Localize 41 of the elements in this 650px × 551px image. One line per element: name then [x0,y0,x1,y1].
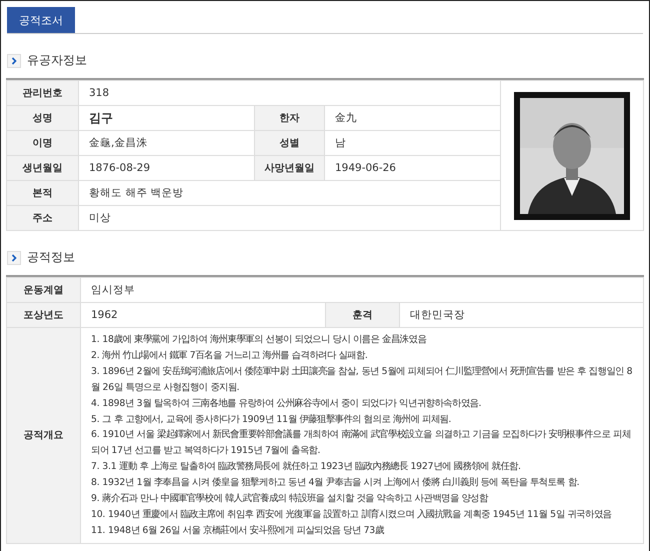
field-value: 1949-06-26 [324,156,500,180]
field-label: 성별 [254,130,324,156]
chevron-icon [7,54,21,68]
summary-item: 2. 海州 竹山場에서 鐵軍 7百名을 거느리고 海州를 습격하려다 실패함. [91,348,369,363]
tab[interactable]: 공적조서 [7,7,75,33]
field-label: 본적 [6,180,78,206]
field-value: 남 [324,130,500,156]
field-label: 성명 [6,106,78,130]
field-label: 공적개요 [6,328,80,544]
field-value: 1876-08-29 [78,156,254,180]
summary-item: 5. 그 후 고향에서, 교육에 종사하다가 1909년 11월 伊藤狙擊事件의 혐의로 海州에 피체됨. [91,412,452,427]
field-label: 포상년도 [6,302,80,328]
summary-item: 8. 1932년 1월 李奉昌을 시켜 倭皇을 狙擊케하고 동년 4월 尹奉吉을 시켜 上海에서 倭將 白川義則 등에 폭탄을 투척토록 함. [91,476,580,490]
summary-item: 3. 1896년 2월에 安岳鵄河浦旅店에서 倭陸軍中尉 土田讓亮을 참살, 동년 5월에 피체되어 仁川監理營에서 死刑宣告를 받은 후 집행일인 8월 26일 특명으로 사형집행이 중지됨. [91,364,633,395]
field-label: 훈격 [326,302,400,328]
field-value: 1962 [80,302,326,328]
field-value: 대한민국장 [400,302,644,328]
field-label: 한자 [254,106,324,130]
section-title: 유공자정보 [27,52,87,69]
field-value: 황해도 해주 백운방 [78,180,500,206]
summary-item: 9. 蔣介石과 만나 中國軍官學校에 韓人武官養成의 特設班을 설치할 것을 약속하고 사관백명을 양성함 [91,492,490,506]
field-label: 이명 [6,130,78,156]
summary-item: 1. 18歲에 東學黨에 가입하여 海州東學軍의 선봉이 되었으니 당시 이름은 金昌洙였음 [91,333,428,347]
summary-item: 11. 1948년 6월 26일 서울 京橋莊에서 安斗熙에게 피살되었음 당년 73歲 [91,524,385,538]
field-value: 金九 [324,106,500,130]
summary-item: 10. 1940년 重慶에서 臨政主席에 취임후 西安에 光復軍을 設置하고 訓育시켰으며 入國抗戰을 계획중 1945년 11월 5일 귀국하였음 [91,508,612,522]
field-value: 임시정부 [80,278,644,302]
field-label: 주소 [6,206,78,230]
summary-item: 6. 1910년 서울 梁起鐸家에서 新民會重要幹部會議를 개최하여 南滿에 武官學校設立을 의결하고 기금을 모집하다가 安明根事件으로 피체되어 17년 선고를 받고 복역하다가 1915년 7월에 출옥함. [91,428,632,458]
field-label: 생년월일 [6,156,78,180]
field-label: 관리번호 [6,80,78,106]
field-label: 운동계열 [6,278,80,302]
section-title: 공적정보 [27,249,75,266]
chevron-icon [7,250,21,264]
field-value: 김구 [78,106,254,130]
summary-item: 7. 3.1 運動 후 上海로 탈출하여 臨政警務局長에 就任하고 1923년 臨政內務總長 1927년에 國務領에 就任함. [91,460,522,474]
summary-item: 4. 1898년 3월 탈옥하여 三南各地를 유랑하여 公州麻谷寺에서 중이 되었다가 익년귀향하속하였음. [91,396,482,411]
field-label: 사망년월일 [254,156,324,180]
field-value: 미상 [78,206,500,230]
field-value: 318 [78,80,500,106]
field-value: 金龜,金昌洙 [78,130,254,156]
